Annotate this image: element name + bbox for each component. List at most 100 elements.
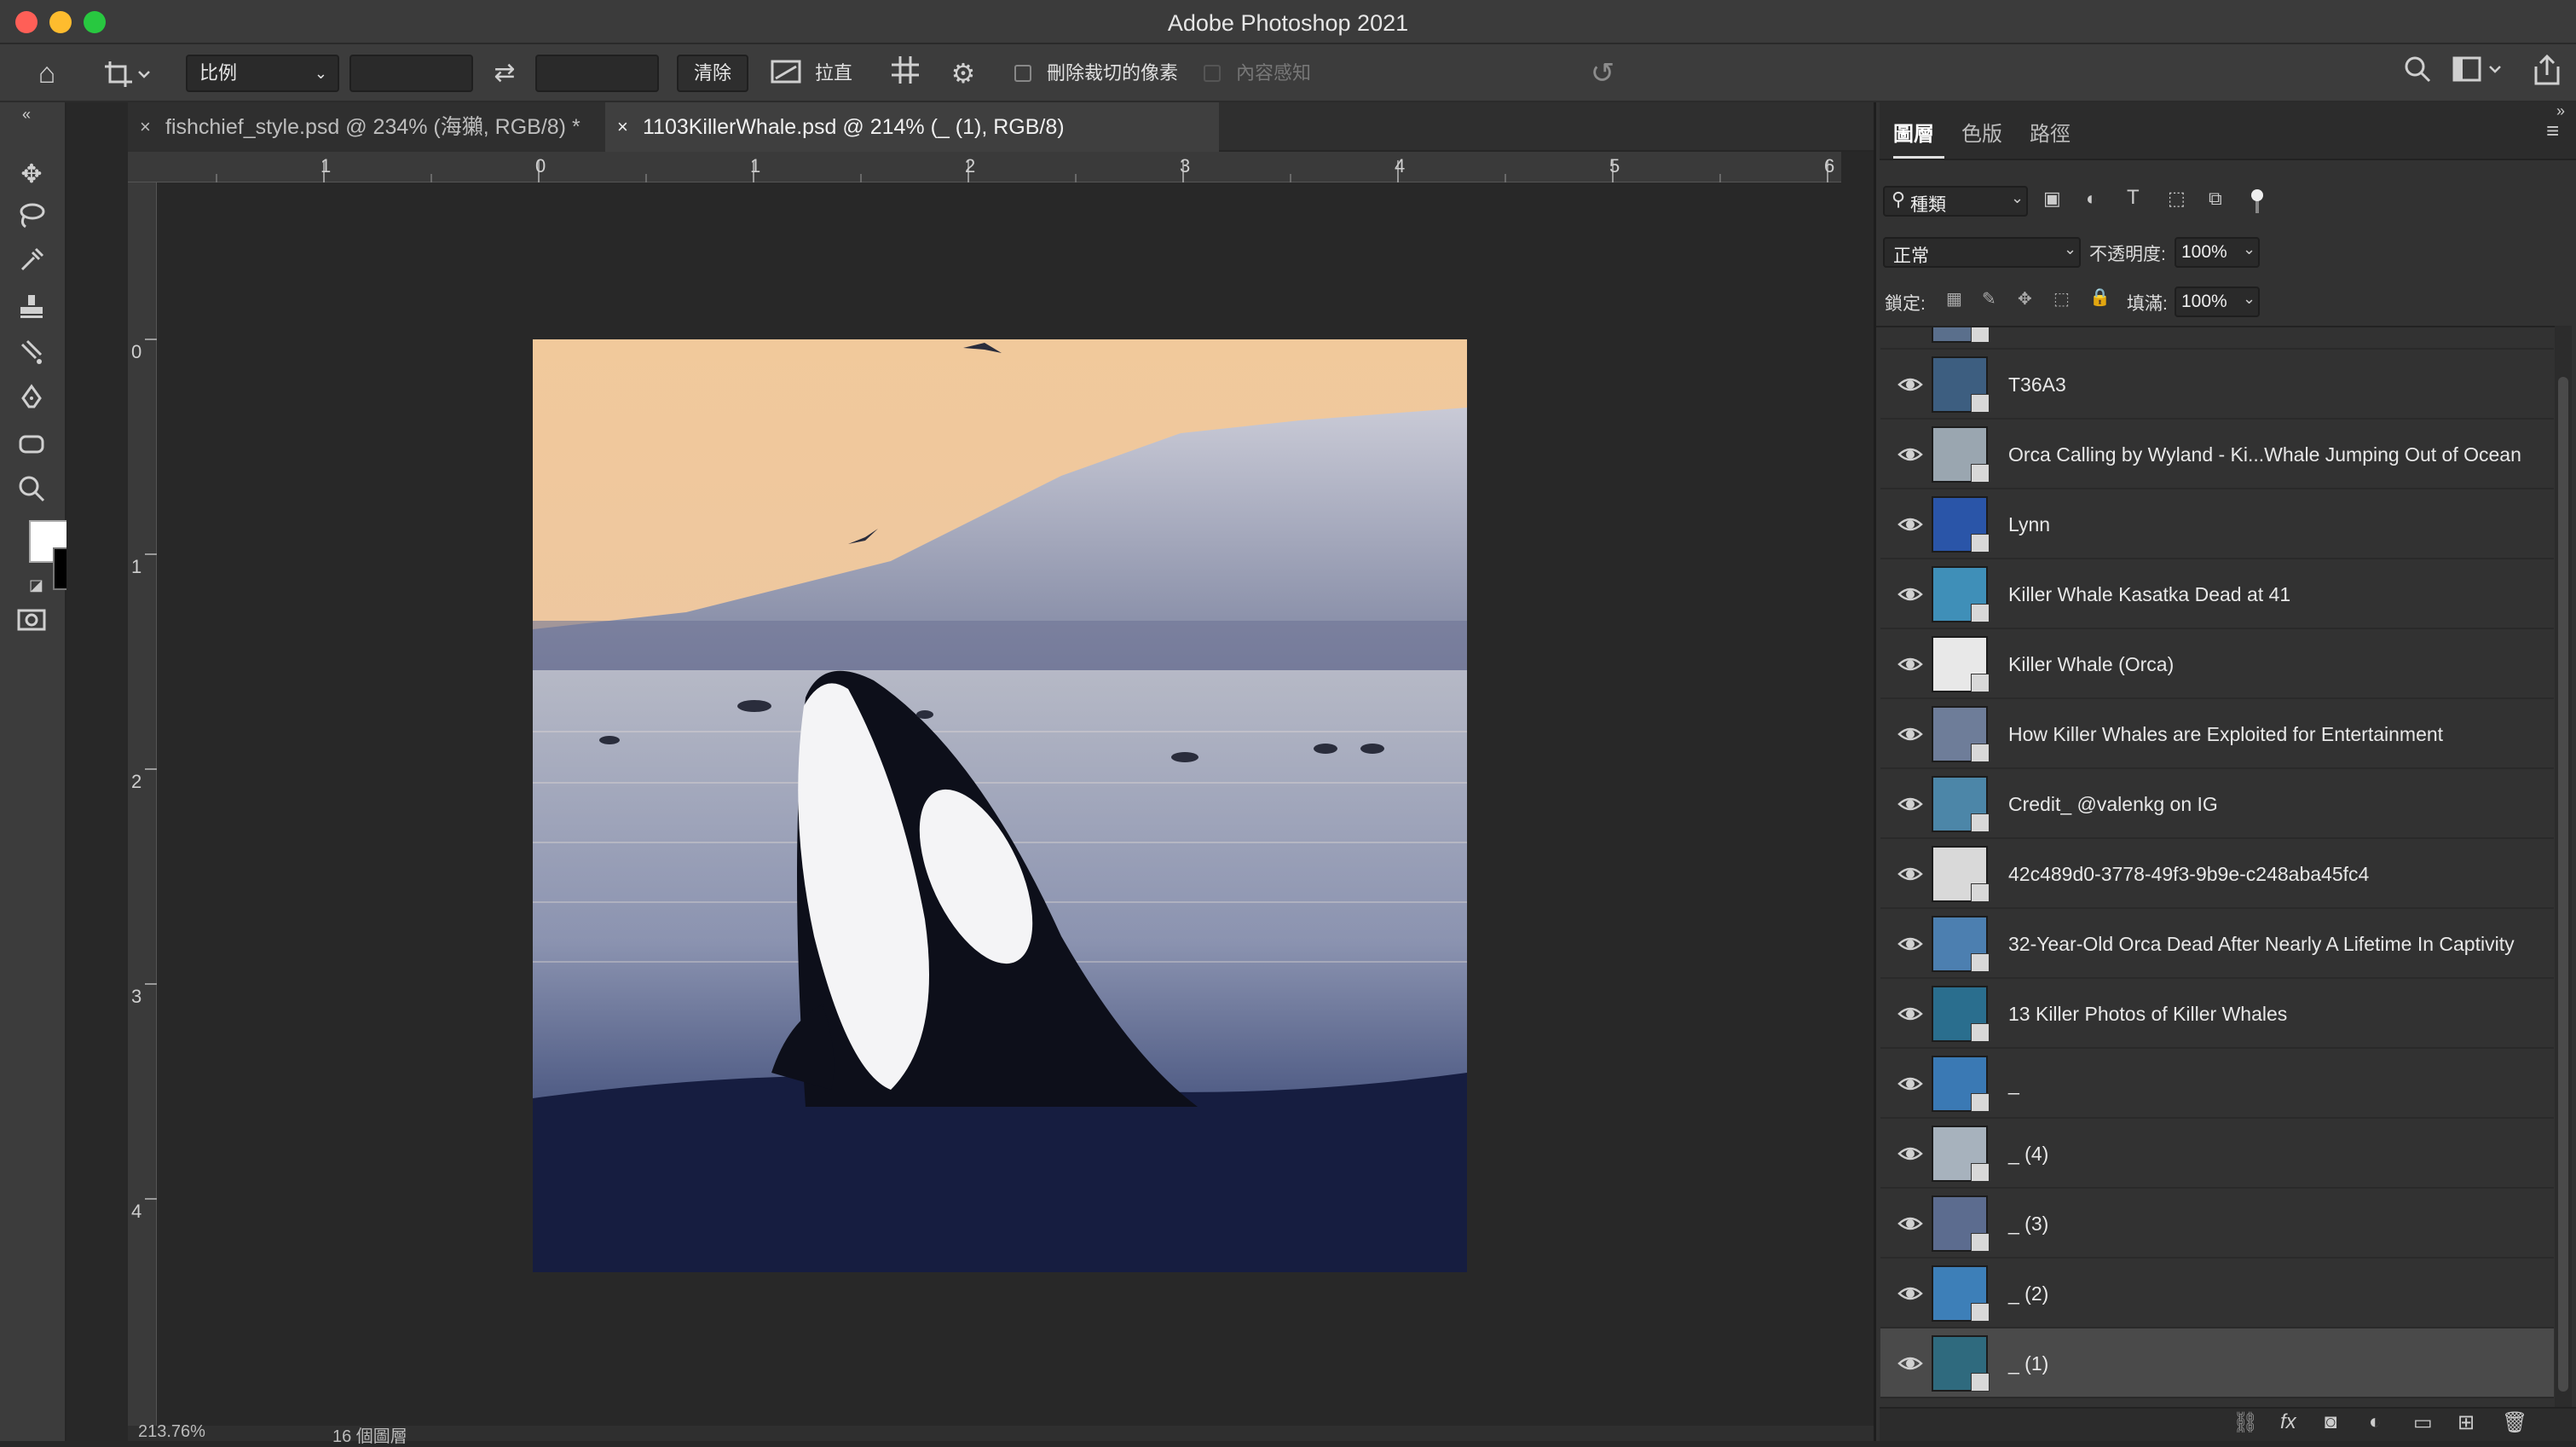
visibility-eye-icon[interactable] — [1897, 582, 1923, 607]
adjustment-filter-icon[interactable]: ◐ — [2086, 188, 2097, 210]
tab-paths[interactable]: 路徑 — [2030, 111, 2081, 159]
collapse-panel-icon[interactable]: « — [5, 106, 48, 123]
opacity-field[interactable]: 100% ⌄ — [2175, 237, 2260, 268]
tab-layers[interactable]: 圖層 — [1893, 111, 1944, 159]
layer-row[interactable]: The History Behind Orca Captures in the … — [1880, 326, 2554, 350]
visibility-eye-icon[interactable] — [1897, 931, 1923, 957]
eyedropper-tool-icon[interactable] — [10, 246, 53, 285]
height-field[interactable] — [535, 55, 659, 92]
delete-cropped-checkbox[interactable] — [1014, 65, 1031, 82]
gradient-tool-icon[interactable] — [10, 338, 53, 377]
layer-row[interactable]: Orca Calling by Wyland - Ki...Whale Jump… — [1880, 420, 2554, 489]
straighten-icon[interactable] — [767, 55, 805, 92]
canvas-image[interactable] — [533, 339, 1467, 1272]
type-filter-icon[interactable]: T — [2127, 186, 2140, 210]
blend-mode-select[interactable]: 正常 ⌄ — [1883, 237, 2081, 268]
layer-row[interactable]: 32-Year-Old Orca Dead After Nearly A Lif… — [1880, 909, 2554, 979]
workspace-icon[interactable] — [2450, 55, 2510, 92]
swap-icon[interactable]: ⇄ — [486, 55, 523, 92]
width-field[interactable] — [349, 55, 473, 92]
pen-tool-icon[interactable] — [10, 384, 53, 423]
visibility-eye-icon[interactable] — [1897, 1351, 1923, 1376]
visibility-eye-icon[interactable] — [1897, 1001, 1923, 1027]
smart-object-badge-icon — [1971, 604, 1990, 622]
visibility-eye-icon[interactable] — [1897, 1141, 1923, 1166]
chevron-down-icon: ⌄ — [2064, 240, 2077, 258]
visibility-eye-icon[interactable] — [1897, 442, 1923, 467]
expand-panel-icon[interactable]: » — [2556, 102, 2565, 120]
chevron-down-icon: ⌄ — [2243, 290, 2256, 307]
visibility-eye-icon[interactable] — [1897, 1211, 1923, 1236]
visibility-eye-icon[interactable] — [1897, 861, 1923, 887]
gear-icon[interactable]: ⚙ — [944, 55, 982, 92]
zoom-tool-icon[interactable] — [10, 474, 53, 513]
ratio-select[interactable]: 比例 ⌄ — [186, 55, 339, 92]
clear-button[interactable]: 清除 — [677, 55, 748, 92]
fx-icon[interactable]: fx — [2280, 1410, 2296, 1434]
link-layers-icon[interactable]: ⛓ — [2232, 1410, 2258, 1435]
trash-icon[interactable]: 🗑 — [2502, 1410, 2527, 1435]
fill-field[interactable]: 100% ⌄ — [2175, 287, 2260, 317]
visibility-eye-icon[interactable] — [1897, 721, 1923, 747]
shape-filter-icon[interactable]: ⬚ — [2168, 188, 2186, 210]
tab-fishchief[interactable]: × fishchief_style.psd @ 234% (海獺, RGB/8)… — [128, 102, 605, 152]
visibility-eye-icon[interactable] — [1897, 372, 1923, 397]
shape-tool-icon[interactable] — [10, 430, 53, 469]
adjustment-layer-icon[interactable]: ◐ — [2369, 1410, 2382, 1434]
default-colors-icon[interactable]: ◪ — [29, 576, 43, 594]
stamp-tool-icon[interactable] — [10, 292, 53, 331]
lock-artboard-icon[interactable]: ⬚ — [2053, 288, 2070, 310]
layer-row[interactable]: 42c489d0-3778-49f3-9b9e-c248aba45fc4 — [1880, 839, 2554, 909]
visibility-eye-icon[interactable] — [1897, 512, 1923, 537]
new-group-icon[interactable]: ▭ — [2413, 1410, 2433, 1435]
quick-mask-icon[interactable] — [10, 605, 53, 645]
lock-position-icon[interactable]: ✥ — [2018, 288, 2032, 310]
layer-row[interactable]: Killer Whale (Orca) — [1880, 629, 2554, 699]
ruler-label: 4 — [131, 1201, 142, 1222]
layer-row[interactable]: _ (4) — [1880, 1119, 2554, 1189]
search-icon[interactable] — [2399, 55, 2436, 92]
tab-channels[interactable]: 色版 — [1961, 111, 2013, 159]
overlay-grid-icon[interactable] — [887, 55, 924, 92]
layer-row[interactable]: 13 Killer Photos of Killer Whales — [1880, 979, 2554, 1049]
visibility-eye-icon[interactable] — [1897, 651, 1923, 677]
close-tab-icon[interactable]: × — [140, 102, 151, 152]
layer-filter-select[interactable]: ⚲ 種類 ⌄ — [1883, 186, 2028, 217]
content-aware-checkbox[interactable] — [1204, 65, 1221, 82]
lasso-tool-icon[interactable] — [10, 201, 53, 240]
home-icon[interactable]: ⌂ — [26, 55, 68, 92]
visibility-eye-icon[interactable] — [1897, 791, 1923, 817]
layer-row[interactable]: Credit_ @valenkg on IG — [1880, 769, 2554, 839]
smart-object-filter-icon[interactable]: ⧉ — [2209, 188, 2222, 210]
clear-button-label: 清除 — [693, 62, 731, 84]
new-layer-icon[interactable]: ⊞ — [2458, 1410, 2475, 1435]
lock-all-icon[interactable]: 🔒 — [2089, 287, 2111, 308]
undo-reset-icon[interactable]: ↺ — [1584, 55, 1621, 92]
layer-list-scrollbar[interactable] — [2555, 326, 2572, 1407]
close-tab-icon[interactable]: × — [617, 102, 628, 152]
filter-toggle-icon[interactable] — [2250, 189, 2265, 215]
layer-row[interactable]: How Killer Whales are Exploited for Ente… — [1880, 699, 2554, 769]
tab-killerwhale[interactable]: × 1103KillerWhale.psd @ 214% (_ (1), RGB… — [605, 102, 1219, 152]
layer-row[interactable]: T36A3 — [1880, 350, 2554, 420]
move-tool-icon[interactable]: ✥ — [10, 155, 53, 194]
lock-transparency-icon[interactable]: ▦ — [1946, 288, 1962, 310]
visibility-eye-icon[interactable] — [1897, 326, 1923, 327]
crop-tool-preset-icon[interactable] — [95, 55, 155, 92]
layer-row[interactable]: Lynn — [1880, 489, 2554, 559]
layer-row[interactable]: _ — [1880, 1049, 2554, 1119]
visibility-eye-icon[interactable] — [1897, 1071, 1923, 1097]
panel-menu-icon[interactable]: ≡ — [2546, 118, 2559, 144]
add-mask-icon[interactable]: ◙ — [2325, 1410, 2337, 1434]
lock-pixels-icon[interactable]: ✎ — [1982, 288, 1996, 310]
layer-row[interactable]: _ (2) — [1880, 1259, 2554, 1328]
visibility-eye-icon[interactable] — [1897, 1281, 1923, 1306]
tools-panel: « ✥ ✎ T ✋ ⇆ ◪ — [0, 102, 113, 1441]
share-icon[interactable] — [2528, 54, 2566, 92]
layer-row[interactable]: _ (3) — [1880, 1189, 2554, 1259]
scrollbar-thumb[interactable] — [2558, 377, 2568, 1392]
layer-row[interactable]: Killer Whale Kasatka Dead at 41 — [1880, 559, 2554, 629]
layer-row[interactable]: _ (1) — [1880, 1328, 2554, 1398]
pixel-filter-icon[interactable]: ▣ — [2043, 188, 2061, 210]
zoom-level[interactable]: 213.76% — [138, 1422, 205, 1442]
